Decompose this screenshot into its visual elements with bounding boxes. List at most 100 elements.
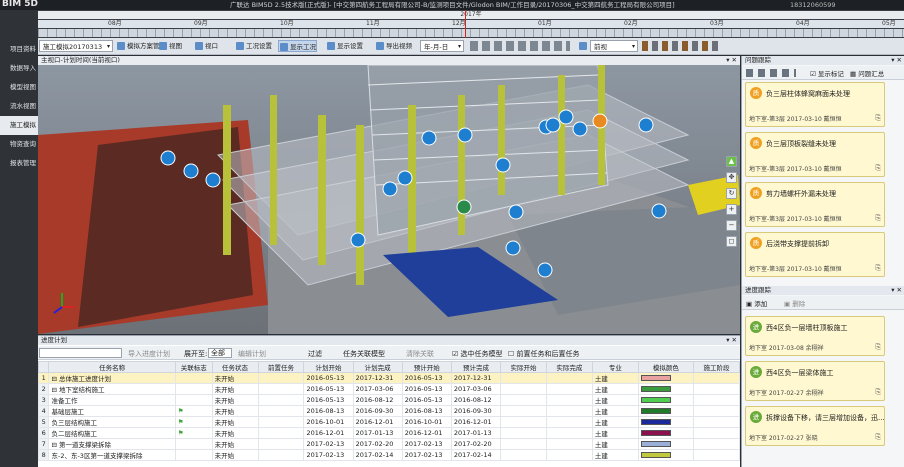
show-condition-button[interactable]: 显示工况	[278, 40, 317, 52]
column-header[interactable]: 实际完成	[545, 361, 593, 373]
display-settings-button[interactable]: 显示设置	[326, 40, 363, 52]
column-header[interactable]: 前置任务	[257, 361, 305, 373]
column-header[interactable]: 实际开始	[500, 361, 547, 373]
column-header[interactable]: 任务名称	[48, 361, 176, 373]
import-schedule-button[interactable]: 导入进度计划	[128, 349, 170, 359]
render-options-icons[interactable]	[642, 41, 722, 51]
issues-close-icon[interactable]: ▾ ✕	[891, 56, 902, 65]
viewpoint-select[interactable]: 前视	[590, 40, 638, 53]
timeline[interactable]: 2017年 08月 09月 10月 11月 12月 01月 02月 03月 04月 05月	[38, 10, 904, 38]
cell-color[interactable]	[637, 416, 694, 428]
progress-card[interactable]: 进西4区负一层梁体施工 地下室 2017-02-27 余栩祥 ⎘	[745, 361, 885, 401]
condition-settings-button[interactable]: 工况设置	[235, 40, 272, 52]
prev-icon[interactable]	[578, 40, 589, 52]
plan-select[interactable]: 施工模拟20170313	[39, 40, 113, 53]
column-header[interactable]: 关联标志	[174, 361, 213, 373]
column-header[interactable]: 模拟颜色	[637, 361, 694, 373]
cell-color[interactable]	[637, 394, 694, 406]
column-header[interactable]: 计划完成	[352, 361, 403, 373]
table-row[interactable]: 2 ⊟ 地下室结构施工 未开始 2016-05-13 2017-03-06 2016-05…	[37, 383, 741, 395]
table-row[interactable]: 8 东-2、东-3区第一道支撑梁拆除 未开始 2017-02-13 2017-02-14…	[37, 449, 741, 461]
cell-color[interactable]	[637, 438, 694, 450]
cell-color[interactable]	[637, 372, 694, 384]
column-header[interactable]: 预计完成	[450, 361, 502, 373]
issue-summary-button[interactable]: ▦ 问题汇总	[850, 68, 884, 78]
issue-card[interactable]: 质负三层柱体蜂窝麻面未处理 地下室-第3层 2017-03-10 戴恒恒 ⎘	[745, 82, 885, 127]
issue-tool-icons[interactable]	[746, 69, 796, 77]
zoom-out-icon[interactable]: −	[726, 220, 737, 231]
nav-item-3[interactable]: 流水视图	[0, 97, 38, 116]
expand-level-select[interactable]: 全部	[208, 348, 232, 358]
attachment-icon[interactable]: ⎘	[875, 388, 881, 397]
progress-card[interactable]: 进西4区负一层墙柱顶板施工 地下室 2017-03-08 余栩祥 ⎘	[745, 316, 885, 356]
table-row[interactable]: 1 ⊟ 总体施工进度计划 未开始 2016-05-13 2017-12-31 2016-0…	[37, 372, 741, 384]
table-row[interactable]: 4 基础层施工 ⚑ 未开始 2016-08-13 2016-09-30 2016-08-13…	[37, 405, 741, 417]
playback-controls[interactable]	[470, 41, 570, 51]
select-tool-icon[interactable]: ▲	[726, 156, 737, 167]
column-header[interactable]: 施工阶段	[692, 361, 741, 373]
view-button[interactable]: 视图	[158, 40, 182, 52]
attachment-icon[interactable]: ⎘	[875, 114, 881, 123]
user-phone[interactable]: 18312060599	[790, 0, 836, 10]
table-row[interactable]: 6 负二层结构施工 ⚑ 未开始 2016-12-01 2017-01-13 2016-12-…	[37, 427, 741, 439]
column-header[interactable]	[37, 361, 50, 373]
export-video-button[interactable]: 导出视频	[375, 40, 412, 52]
nav-item-5[interactable]: 物资查询	[0, 135, 38, 154]
sim-color-swatch[interactable]	[640, 386, 671, 392]
table-row[interactable]: 5 负三层结构施工 ⚑ 未开始 2016-10-01 2016-12-01 2016-10-…	[37, 416, 741, 428]
rotate-tool-icon[interactable]: ↻	[726, 188, 737, 199]
nav-item-2[interactable]: 模型视图	[0, 78, 38, 97]
cell-color[interactable]	[637, 449, 694, 461]
sim-color-swatch[interactable]	[640, 441, 671, 447]
issue-card[interactable]: 质剪力墙螺杆外漏未处理 地下室-第3层 2017-03-10 戴恒恒 ⎘	[745, 182, 885, 227]
filter-button[interactable]: 过滤	[308, 349, 322, 359]
date-format-select[interactable]: 年-月-日	[420, 40, 464, 53]
sim-color-swatch[interactable]	[640, 452, 671, 458]
cell-color[interactable]	[637, 427, 694, 439]
cell-color[interactable]	[637, 405, 694, 417]
column-header[interactable]: 计划开始	[303, 361, 354, 373]
schedule-close-icon[interactable]: ▾ ✕	[726, 336, 737, 345]
clear-link-button[interactable]: 清除关联	[406, 349, 434, 359]
viewport-3d[interactable]: 主视口-计划时间(当前视口) ▾ ✕ ▲ ✥ ↻ + − ◻	[38, 56, 740, 334]
delete-progress-button[interactable]: ▣ 删除	[784, 298, 805, 308]
selected-task-model-checkbox[interactable]: ☑ 选中任务模型	[452, 349, 503, 359]
viewport-button[interactable]: 视口	[194, 40, 218, 52]
viewport-close-icon[interactable]: ▾ ✕	[726, 56, 737, 65]
issue-card[interactable]: 质负三层顶板裂缝未处理 地下室-第3层 2017-03-10 戴恒恒 ⎘	[745, 132, 885, 177]
nav-item-4[interactable]: 施工模拟	[0, 116, 38, 135]
sim-color-swatch[interactable]	[640, 408, 671, 414]
attachment-icon[interactable]: ⎘	[875, 343, 881, 352]
sim-color-swatch[interactable]	[640, 375, 671, 381]
column-header[interactable]: 预计开始	[401, 361, 452, 373]
fit-view-icon[interactable]: ◻	[726, 236, 737, 247]
timeline-current-marker[interactable]	[465, 10, 466, 38]
cell-color[interactable]	[637, 383, 694, 395]
sim-color-swatch[interactable]	[640, 430, 671, 436]
progress-card[interactable]: 进拆撑设备下移，请三层增加设备，迅... 地下室 2017-02-27 张晓 ⎘	[745, 406, 885, 446]
pan-tool-icon[interactable]: ✥	[726, 172, 737, 183]
prev-next-tasks-checkbox[interactable]: ☐ 前置任务和后置任务	[508, 349, 580, 359]
attachment-icon[interactable]: ⎘	[875, 264, 881, 273]
edit-plan-button[interactable]: 编辑计划	[238, 349, 266, 359]
add-progress-button[interactable]: ▣ 添加	[746, 298, 767, 308]
task-search-input[interactable]	[39, 348, 122, 358]
table-row[interactable]: 3 准备工作 未开始 2016-05-13 2016-08-12 2016-05-13 20…	[37, 394, 741, 406]
link-model-button[interactable]: 任务关联模型	[343, 349, 385, 359]
attachment-icon[interactable]: ⎘	[875, 433, 881, 442]
nav-item-0[interactable]: 项目资料	[0, 40, 38, 59]
nav-item-6[interactable]: 报表管理	[0, 154, 38, 173]
attachment-icon[interactable]: ⎘	[875, 164, 881, 173]
issue-card[interactable]: 质后浇带支撑提前拆卸 地下室-第3层 2017-03-10 戴恒恒 ⎘	[745, 232, 885, 277]
nav-item-1[interactable]: 数据导入	[0, 59, 38, 78]
sim-color-swatch[interactable]	[640, 419, 671, 425]
building-model-scene[interactable]	[38, 65, 740, 334]
progress-close-icon[interactable]: ▾ ✕	[891, 286, 902, 295]
show-marks-checkbox[interactable]: ☑ 显示标记	[810, 68, 844, 78]
sim-color-swatch[interactable]	[640, 397, 671, 403]
attachment-icon[interactable]: ⎘	[875, 214, 881, 223]
table-row[interactable]: 7 ⊟ 第一道支撑梁拆除 未开始 2017-02-13 2017-02-20 2017-0…	[37, 438, 741, 450]
zoom-in-icon[interactable]: +	[726, 204, 737, 215]
column-header[interactable]: 任务状态	[211, 361, 259, 373]
column-header[interactable]: 专业	[591, 361, 639, 373]
